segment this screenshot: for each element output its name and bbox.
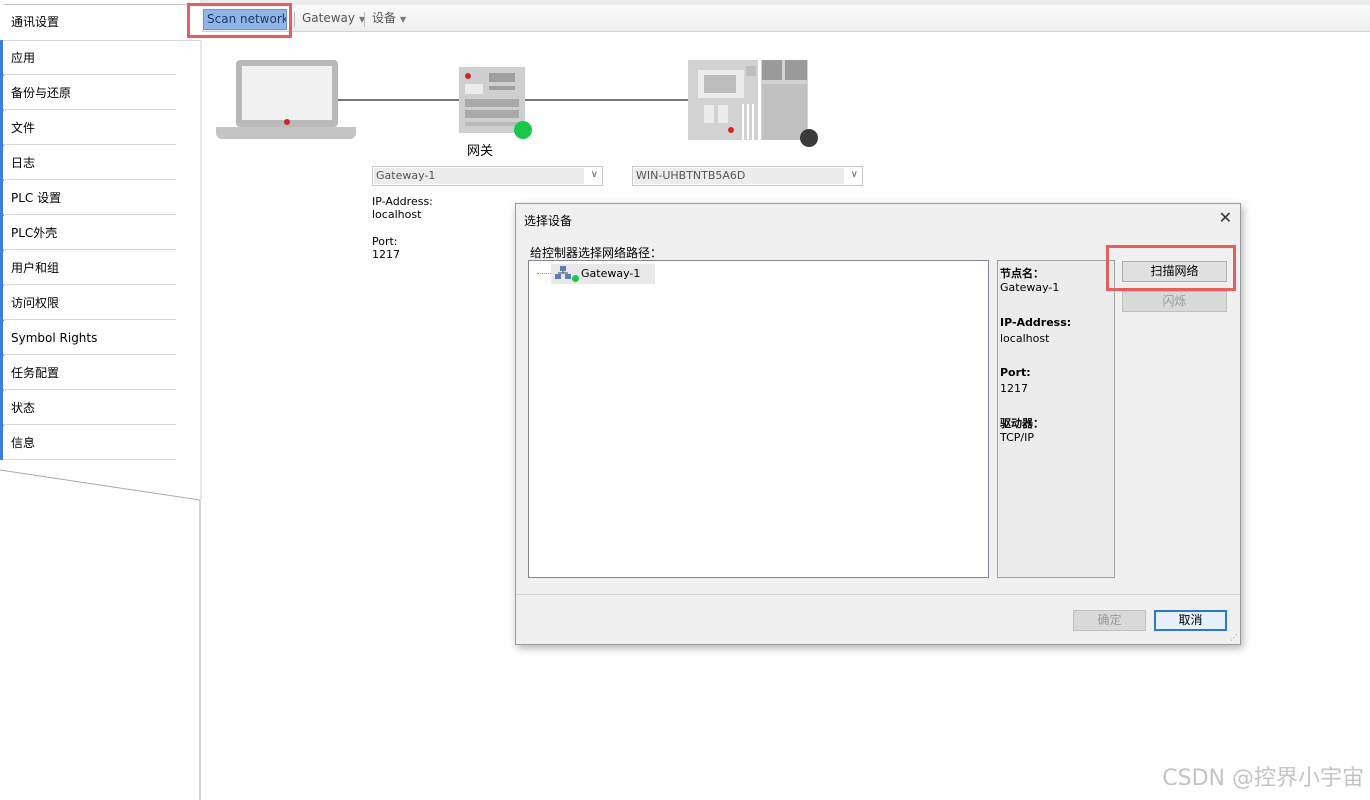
sidebar-item-plc-settings[interactable]: PLC 设置	[3, 181, 176, 215]
gateway-icon[interactable]	[459, 67, 525, 133]
blink-button[interactable]: 闪烁	[1122, 291, 1227, 312]
resize-grip-icon[interactable]: ⋰	[1230, 633, 1238, 642]
highlight-box	[1106, 245, 1236, 291]
node-status-dot	[572, 275, 579, 282]
sidebar-item-info[interactable]: 信息	[3, 426, 176, 460]
laptop-icon	[236, 60, 338, 127]
gateway-menu-label: Gateway	[302, 11, 356, 25]
laptop-base	[216, 127, 356, 139]
plc-device-graphic	[698, 60, 807, 140]
port-label: Port:	[372, 235, 398, 248]
gateway-status-indicator	[514, 121, 532, 139]
gateway-device-graphic	[465, 73, 519, 126]
node-name-value: Gateway-1	[1000, 281, 1060, 294]
highlight-box	[187, 3, 292, 38]
laptop-indicator	[284, 119, 290, 125]
device-menu[interactable]: 设备 ▼	[368, 9, 410, 30]
gateway-menu[interactable]: Gateway ▼	[298, 9, 369, 30]
tree-node-label: Gateway-1	[581, 267, 641, 280]
cancel-button[interactable]: 取消	[1154, 610, 1227, 631]
toolbar: Scan network... Gateway▼ 设备▼	[202, 0, 1370, 32]
chevron-down-icon: ▼	[400, 15, 407, 24]
laptop-screen	[242, 66, 332, 120]
sidebar-item-task-config[interactable]: 任务配置	[3, 356, 176, 390]
sidebar: 通讯设置 应用 备份与还原 文件 日志 PLC 设置 PLC外壳 用户和组 访问…	[0, 0, 202, 800]
device-select-value: WIN-UHBTNTB5A6D	[634, 168, 844, 184]
watermark: CSDN @控界小宇宙	[1162, 766, 1364, 791]
driver-label: 驱动器：	[1000, 417, 1044, 430]
sidebar-item-symbol-rights[interactable]: Symbol Rights	[3, 321, 176, 355]
sidebar-item-files[interactable]: 文件	[3, 111, 176, 145]
chevron-down-icon: ∨	[590, 169, 598, 180]
app-window: 通讯设置 应用 备份与还原 文件 日志 PLC 设置 PLC外壳 用户和组 访问…	[0, 0, 1370, 800]
dialog-footer: 确定 取消 ⋰	[516, 595, 1240, 644]
network-icon	[555, 266, 571, 279]
ip-address-label: IP-Address:	[372, 195, 433, 208]
network-tree[interactable]: Gateway-1	[528, 260, 989, 578]
plc-device-icon[interactable]	[688, 60, 808, 140]
device-status-indicator	[800, 129, 818, 147]
node-name-label: 节点名：	[1000, 267, 1044, 280]
gateway-select-value: Gateway-1	[374, 168, 584, 184]
sidebar-item-users-groups[interactable]: 用户和组	[3, 251, 176, 285]
gateway-caption: 网关	[466, 144, 493, 159]
sidebar-item-backup-restore[interactable]: 备份与还原	[3, 76, 176, 110]
device-details: 节点名： Gateway-1 IP-Address: localhost Por…	[997, 260, 1115, 578]
toolbar-separator	[364, 12, 365, 27]
network-path-prompt: 给控制器选择网络路径：	[530, 246, 663, 260]
device-select[interactable]: WIN-UHBTNTB5A6D ∨	[632, 166, 863, 186]
port-value: 1217	[372, 248, 400, 261]
tree-node-gateway[interactable]: Gateway-1	[551, 264, 655, 284]
network-link	[525, 99, 689, 101]
tree-connector	[537, 273, 551, 274]
sidebar-item-log[interactable]: 日志	[3, 146, 176, 180]
sidebar-item-status[interactable]: 状态	[3, 391, 176, 425]
toolbar-separator	[294, 12, 295, 27]
port-label: Port:	[1000, 366, 1031, 379]
sidebar-item-plc-shell[interactable]: PLC外壳	[3, 216, 176, 250]
sidebar-item-access-rights[interactable]: 访问权限	[3, 286, 176, 320]
ok-button[interactable]: 确定	[1073, 610, 1146, 631]
gateway-select[interactable]: Gateway-1 ∨	[372, 166, 603, 186]
sidebar-item-application[interactable]: 应用	[3, 41, 176, 75]
network-link	[338, 99, 460, 101]
chevron-down-icon: ∨	[850, 169, 858, 180]
ip-address-label: IP-Address:	[1000, 316, 1072, 329]
dialog-title: 选择设备	[524, 214, 573, 228]
port-value: 1217	[1000, 382, 1028, 395]
ip-address-value: localhost	[372, 208, 422, 221]
sidebar-item-communication[interactable]: 通讯设置	[3, 4, 202, 41]
driver-value: TCP/IP	[1000, 431, 1034, 444]
close-icon[interactable]: ✕	[1219, 208, 1232, 227]
ip-address-value: localhost	[1000, 332, 1050, 345]
device-menu-label: 设备	[372, 11, 397, 25]
